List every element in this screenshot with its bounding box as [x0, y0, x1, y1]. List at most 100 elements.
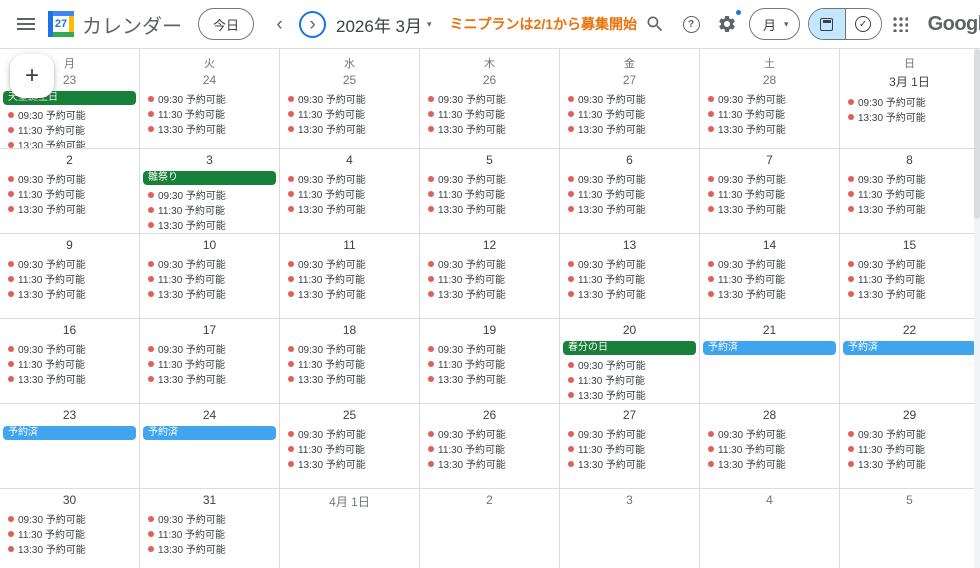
booking-slot[interactable]: 09:30 予約可能: [280, 341, 419, 356]
booking-slot[interactable]: 11:30 予約可能: [0, 356, 139, 371]
day-cell[interactable]: 19 09:30 予約可能 11:30 予約可能 13:30 予約可能: [420, 319, 560, 404]
day-cell[interactable]: 27 09:30 予約可能 11:30 予約可能 13:30 予約可能: [560, 404, 700, 489]
booking-slot[interactable]: 11:30 予約可能: [700, 271, 839, 286]
booking-slot[interactable]: 09:30 予約可能: [280, 91, 419, 106]
booking-slot[interactable]: 13:30 予約可能: [0, 137, 139, 148]
booking-slot[interactable]: 13:30 予約可能: [140, 541, 279, 556]
booking-slot[interactable]: 11:30 予約可能: [280, 106, 419, 121]
booking-slot[interactable]: 13:30 予約可能: [700, 121, 839, 136]
booking-slot[interactable]: 13:30 予約可能: [700, 201, 839, 216]
date-label[interactable]: 27: [560, 73, 699, 87]
booking-slot[interactable]: 09:30 予約可能: [0, 107, 139, 122]
day-cell[interactable]: 24 予約済: [140, 404, 280, 489]
booking-slot[interactable]: 13:30 予約可能: [700, 456, 839, 471]
date-label[interactable]: 27: [560, 408, 699, 422]
date-label[interactable]: 15: [840, 238, 979, 252]
booking-slot[interactable]: 13:30 予約可能: [840, 201, 979, 216]
booking-slot[interactable]: 13:30 予約可能: [280, 286, 419, 301]
reserved-event-bar[interactable]: 予約済: [703, 341, 836, 355]
booking-slot[interactable]: 11:30 予約可能: [560, 106, 699, 121]
settings-button[interactable]: [709, 6, 745, 42]
day-cell[interactable]: 23 予約済: [0, 404, 140, 489]
date-label[interactable]: 9: [0, 238, 139, 252]
booking-slot[interactable]: 09:30 予約可能: [560, 256, 699, 271]
date-label[interactable]: 17: [140, 323, 279, 337]
reserved-event-bar[interactable]: 予約済: [3, 426, 136, 440]
booking-slot[interactable]: 09:30 予約可能: [560, 91, 699, 106]
date-label[interactable]: 16: [0, 323, 139, 337]
day-cell[interactable]: 2 09:30 予約可能 11:30 予約可能 13:30 予約可能: [0, 149, 140, 234]
view-selector-dropdown[interactable]: 月 ▾: [749, 8, 800, 40]
booking-slot[interactable]: 13:30 予約可能: [420, 121, 559, 136]
date-label[interactable]: 26: [420, 408, 559, 422]
booking-slot[interactable]: 13:30 予約可能: [560, 387, 699, 402]
calendar-view-toggle[interactable]: [808, 9, 845, 39]
booking-slot[interactable]: 09:30 予約可能: [0, 511, 139, 526]
booking-slot[interactable]: 09:30 予約可能: [700, 171, 839, 186]
booking-slot[interactable]: 11:30 予約可能: [0, 271, 139, 286]
booking-slot[interactable]: 09:30 予約可能: [840, 171, 979, 186]
day-cell[interactable]: 土 28 09:30 予約可能 11:30 予約可能 13:30 予約可能: [700, 49, 840, 149]
booking-slot[interactable]: 09:30 予約可能: [0, 341, 139, 356]
booking-slot[interactable]: 09:30 予約可能: [140, 341, 279, 356]
booking-slot[interactable]: 09:30 予約可能: [140, 511, 279, 526]
day-cell[interactable]: 22 予約済: [840, 319, 980, 404]
booking-slot[interactable]: 11:30 予約可能: [280, 356, 419, 371]
date-label[interactable]: 4: [700, 493, 839, 507]
main-menu-button[interactable]: [8, 6, 44, 42]
holiday-event-bar[interactable]: 雛祭り: [143, 171, 276, 185]
booking-slot[interactable]: 11:30 予約可能: [420, 186, 559, 201]
day-cell[interactable]: 29 09:30 予約可能 11:30 予約可能 13:30 予約可能: [840, 404, 980, 489]
day-cell[interactable]: 18 09:30 予約可能 11:30 予約可能 13:30 予約可能: [280, 319, 420, 404]
day-cell[interactable]: 2: [420, 489, 560, 568]
booking-slot[interactable]: 13:30 予約可能: [140, 121, 279, 136]
day-cell[interactable]: 4月 1日: [280, 489, 420, 568]
day-cell[interactable]: 9 09:30 予約可能 11:30 予約可能 13:30 予約可能: [0, 234, 140, 319]
booking-slot[interactable]: 13:30 予約可能: [420, 286, 559, 301]
date-label[interactable]: 29: [840, 408, 979, 422]
booking-slot[interactable]: 11:30 予約可能: [700, 186, 839, 201]
booking-slot[interactable]: 11:30 予約可能: [420, 441, 559, 456]
date-label[interactable]: 10: [140, 238, 279, 252]
booking-slot[interactable]: 09:30 予約可能: [420, 341, 559, 356]
day-cell[interactable]: 5: [840, 489, 980, 568]
booking-slot[interactable]: 11:30 予約可能: [840, 186, 979, 201]
date-label[interactable]: 8: [840, 153, 979, 167]
booking-slot[interactable]: 11:30 予約可能: [840, 271, 979, 286]
date-label[interactable]: 19: [420, 323, 559, 337]
day-cell[interactable]: 28 09:30 予約可能 11:30 予約可能 13:30 予約可能: [700, 404, 840, 489]
date-label[interactable]: 3: [140, 153, 279, 167]
day-cell[interactable]: 3: [560, 489, 700, 568]
booking-slot[interactable]: 11:30 予約可能: [560, 372, 699, 387]
booking-slot[interactable]: 13:30 予約可能: [840, 286, 979, 301]
booking-slot[interactable]: 13:30 予約可能: [840, 456, 979, 471]
booking-slot[interactable]: 09:30 予約可能: [420, 91, 559, 106]
date-label[interactable]: 28: [700, 408, 839, 422]
booking-slot[interactable]: 09:30 予約可能: [560, 171, 699, 186]
booking-slot[interactable]: 11:30 予約可能: [420, 106, 559, 121]
date-label[interactable]: 5: [840, 493, 979, 507]
today-button[interactable]: 今日: [198, 8, 255, 40]
day-cell[interactable]: 木 26 09:30 予約可能 11:30 予約可能 13:30 予約可能: [420, 49, 560, 149]
prev-month-button[interactable]: ‹: [266, 11, 293, 38]
booking-slot[interactable]: 13:30 予約可能: [140, 286, 279, 301]
day-cell[interactable]: 日 3月 1日 09:30 予約可能 13:30 予約可能: [840, 49, 980, 149]
booking-slot[interactable]: 11:30 予約可能: [0, 186, 139, 201]
day-cell[interactable]: 10 09:30 予約可能 11:30 予約可能 13:30 予約可能: [140, 234, 280, 319]
reserved-event-bar[interactable]: 予約済: [843, 341, 976, 355]
booking-slot[interactable]: 09:30 予約可能: [700, 91, 839, 106]
day-cell[interactable]: 12 09:30 予約可能 11:30 予約可能 13:30 予約可能: [420, 234, 560, 319]
booking-slot[interactable]: 11:30 予約可能: [420, 356, 559, 371]
booking-slot[interactable]: 11:30 予約可能: [700, 106, 839, 121]
booking-slot[interactable]: 13:30 予約可能: [560, 286, 699, 301]
day-cell[interactable]: 水 25 09:30 予約可能 11:30 予約可能 13:30 予約可能: [280, 49, 420, 149]
booking-slot[interactable]: 13:30 予約可能: [840, 109, 979, 124]
day-cell[interactable]: 25 09:30 予約可能 11:30 予約可能 13:30 予約可能: [280, 404, 420, 489]
booking-slot[interactable]: 11:30 予約可能: [280, 186, 419, 201]
create-event-button[interactable]: +: [10, 54, 54, 98]
day-cell[interactable]: 30 09:30 予約可能 11:30 予約可能 13:30 予約可能: [0, 489, 140, 568]
date-label[interactable]: 11: [280, 238, 419, 252]
booking-slot[interactable]: 11:30 予約可能: [280, 441, 419, 456]
booking-slot[interactable]: 11:30 予約可能: [0, 526, 139, 541]
scrollbar-thumb[interactable]: [974, 49, 980, 219]
